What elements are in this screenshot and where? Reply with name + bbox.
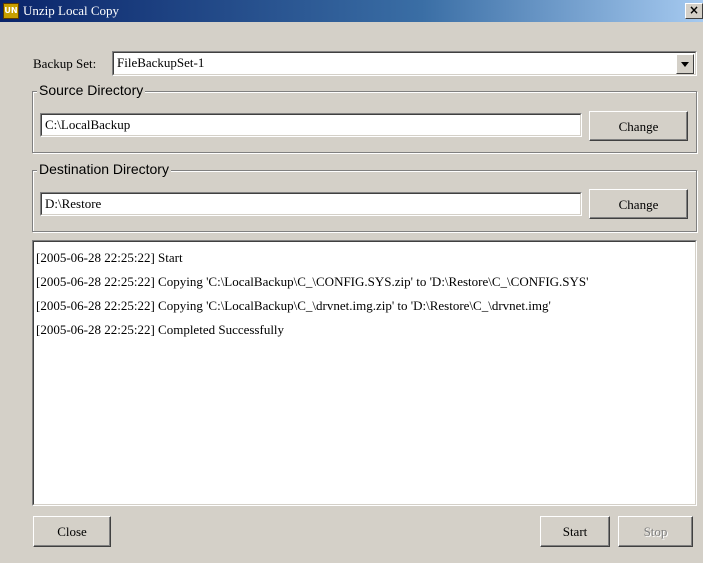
backup-set-dropdown[interactable]: FileBackupSet-1: [112, 51, 697, 76]
close-icon[interactable]: ×: [685, 3, 703, 19]
source-change-label: Change: [618, 119, 659, 134]
window-title: Unzip Local Copy: [23, 3, 120, 18]
source-directory-value: C:\LocalBackup: [45, 117, 131, 132]
start-button-label: Start: [562, 524, 588, 539]
log-line: [2005-06-28 22:25:22] Copying 'C:\LocalB…: [36, 298, 551, 313]
destination-directory-value: D:\Restore: [45, 196, 102, 211]
app-icon: UN: [3, 3, 19, 19]
log-output[interactable]: [2005-06-28 22:25:22] Start [2005-06-28 …: [32, 240, 697, 506]
title-bar[interactable]: UN Unzip Local Copy ×: [0, 0, 703, 22]
log-line: [2005-06-28 22:25:22] Start: [36, 250, 183, 265]
destination-directory-field[interactable]: D:\Restore: [40, 192, 582, 216]
unzip-dialog: UN Unzip Local Copy × Backup Set: FileBa…: [0, 0, 703, 563]
destination-directory-legend: Destination Directory: [37, 161, 171, 177]
chevron-down-icon: [681, 62, 689, 67]
close-button-label: Close: [57, 524, 87, 539]
close-button[interactable]: Close: [33, 516, 111, 547]
source-directory-field[interactable]: C:\LocalBackup: [40, 113, 582, 137]
stop-button: Stop: [618, 516, 693, 547]
log-line: [2005-06-28 22:25:22] Copying 'C:\LocalB…: [36, 274, 589, 289]
stop-button-label: Stop: [643, 524, 668, 539]
dropdown-button[interactable]: [676, 54, 694, 74]
destination-change-button[interactable]: Change: [589, 189, 688, 219]
start-button[interactable]: Start: [540, 516, 610, 547]
log-line: [2005-06-28 22:25:22] Completed Successf…: [36, 322, 285, 337]
source-directory-legend: Source Directory: [37, 82, 146, 98]
backup-set-label: Backup Set:: [33, 56, 97, 71]
source-change-button[interactable]: Change: [589, 111, 688, 141]
destination-change-label: Change: [618, 197, 659, 212]
backup-set-value: FileBackupSet-1: [117, 55, 205, 70]
